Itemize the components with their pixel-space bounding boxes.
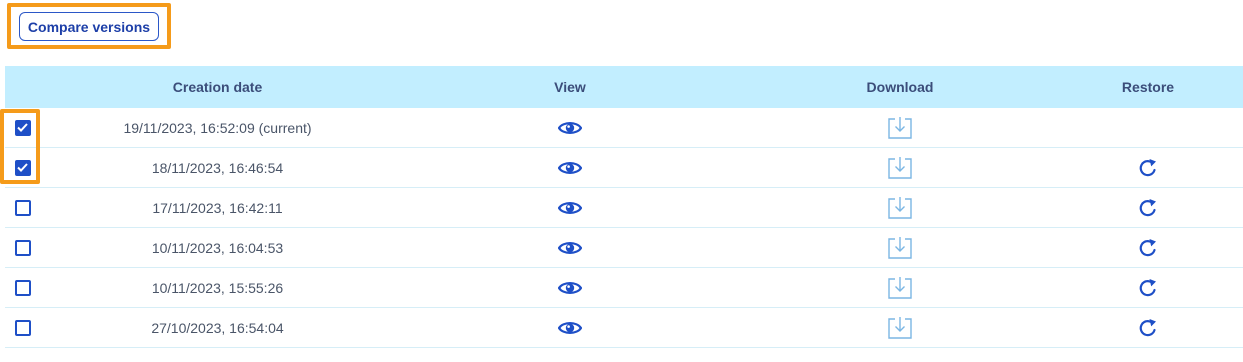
table-row: 17/11/2023, 16:42:11 [5, 188, 1243, 228]
eye-icon[interactable] [558, 120, 582, 136]
restore-icon[interactable] [1137, 277, 1159, 299]
creation-date: 17/11/2023, 16:42:11 [152, 199, 283, 216]
download-cell [745, 156, 1055, 180]
download-cell [745, 276, 1055, 300]
eye-icon[interactable] [558, 320, 582, 336]
view-cell [395, 160, 745, 176]
version-checkbox[interactable] [14, 279, 31, 296]
table-body: 19/11/2023, 16:52:09 (current) 18/11/2023… [5, 108, 1243, 348]
version-checkbox[interactable] [14, 319, 31, 336]
table-header: Creation date View Download Restore [5, 66, 1243, 108]
table-row: 19/11/2023, 16:52:09 (current) [5, 108, 1243, 148]
creation-date: 19/11/2023, 16:52:09 (current) [123, 119, 312, 136]
compare-versions-button[interactable]: Compare versions [19, 12, 159, 41]
version-checkbox[interactable] [14, 159, 31, 176]
download-cell [745, 196, 1055, 220]
table-row: 27/10/2023, 16:54:04 [5, 308, 1243, 348]
download-icon[interactable] [887, 156, 913, 180]
restore-icon[interactable] [1137, 197, 1159, 219]
version-checkbox[interactable] [14, 199, 31, 216]
restore-cell [1055, 197, 1241, 219]
table-row: 18/11/2023, 16:46:54 [5, 148, 1243, 188]
download-icon[interactable] [887, 196, 913, 220]
header-restore: Restore [1121, 79, 1175, 95]
versions-table: Creation date View Download Restore 19/1… [5, 66, 1243, 348]
checkmark-icon [17, 163, 28, 172]
eye-icon[interactable] [558, 280, 582, 296]
restore-icon[interactable] [1137, 237, 1159, 259]
creation-date: 27/10/2023, 16:54:04 [151, 319, 284, 336]
creation-date: 10/11/2023, 15:55:26 [151, 279, 284, 296]
row-check-cell [5, 279, 40, 296]
header-view: View [554, 79, 586, 95]
download-cell [745, 236, 1055, 260]
eye-icon[interactable] [558, 240, 582, 256]
creation-date: 18/11/2023, 16:46:54 [151, 159, 284, 176]
row-check-cell [5, 319, 40, 336]
restore-icon[interactable] [1137, 157, 1159, 179]
view-cell [395, 320, 745, 336]
download-icon[interactable] [887, 236, 913, 260]
header-download: Download [866, 79, 934, 95]
download-icon[interactable] [887, 116, 913, 140]
restore-cell [1055, 277, 1241, 299]
eye-icon[interactable] [558, 200, 582, 216]
download-cell [745, 316, 1055, 340]
view-cell [395, 280, 745, 296]
row-check-cell [5, 199, 40, 216]
row-check-cell [5, 119, 40, 136]
view-cell [395, 120, 745, 136]
creation-date: 10/11/2023, 16:04:53 [151, 239, 284, 256]
download-cell [745, 116, 1055, 140]
table-row: 10/11/2023, 15:55:26 [5, 268, 1243, 308]
checkmark-icon [17, 123, 28, 132]
view-cell [395, 240, 745, 256]
version-checkbox[interactable] [14, 239, 31, 256]
row-check-cell [5, 159, 40, 176]
download-icon[interactable] [887, 316, 913, 340]
header-creation-date: Creation date [172, 79, 263, 95]
restore-cell [1055, 157, 1241, 179]
restore-cell [1055, 317, 1241, 339]
view-cell [395, 200, 745, 216]
eye-icon[interactable] [558, 160, 582, 176]
restore-icon[interactable] [1137, 317, 1159, 339]
table-row: 10/11/2023, 16:04:53 [5, 228, 1243, 268]
download-icon[interactable] [887, 276, 913, 300]
version-checkbox[interactable] [14, 119, 31, 136]
row-check-cell [5, 239, 40, 256]
restore-cell [1055, 237, 1241, 259]
